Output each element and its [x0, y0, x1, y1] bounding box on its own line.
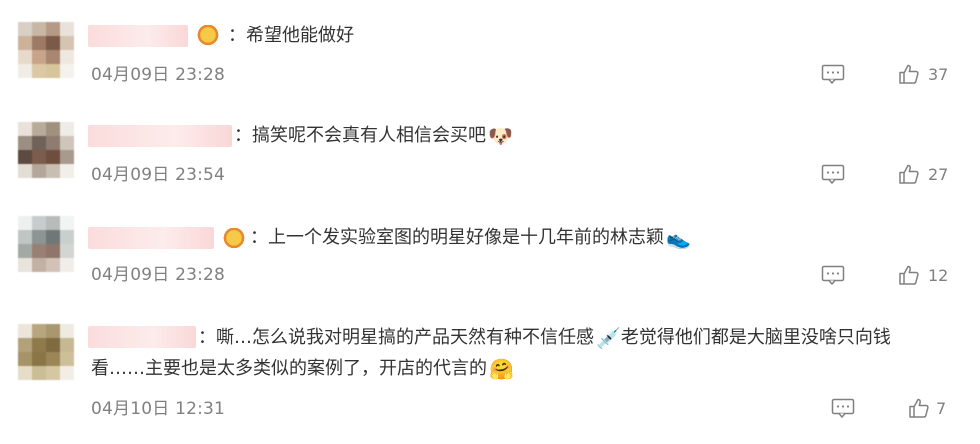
hugging-emoji-icon: 🤗 — [489, 357, 514, 381]
comment-text: ：嘶…怎么说我对明星搞的产品天然有种不信任感 💉老觉得他们都是大脑里没啥只向钱 — [198, 326, 891, 350]
like-count: 12 — [928, 266, 949, 285]
comment-icon[interactable] — [821, 64, 845, 84]
comment-text: ：希望他能做好 — [228, 25, 354, 46]
username-blurred[interactable] — [88, 125, 232, 147]
dog-emoji-icon: 🐶 — [488, 124, 513, 148]
comment-icon[interactable] — [831, 398, 855, 418]
vip-badge-icon — [222, 228, 246, 250]
comment-text-continued: 看……主要也是太多类似的案例了，开店的代言的 🤗 — [91, 357, 514, 381]
sneaker-emoji-icon: 👟 — [666, 226, 691, 250]
like-count: 7 — [936, 399, 947, 418]
comment-time: 04月09日 23:54 — [91, 165, 226, 185]
avatar[interactable] — [18, 122, 74, 178]
like-count: 27 — [928, 165, 949, 184]
thumbs-up-icon[interactable] — [898, 163, 920, 185]
avatar[interactable] — [18, 324, 74, 380]
comment-time: 04月10日 12:31 — [91, 399, 226, 419]
comment-text: ：搞笑呢不会真有人相信会买吧 🐶 — [234, 124, 513, 148]
thumbs-up-icon[interactable] — [908, 397, 930, 419]
thumbs-up-icon[interactable] — [898, 63, 920, 85]
comment-time: 04月09日 23:28 — [91, 65, 226, 85]
username-blurred[interactable] — [88, 227, 214, 249]
like-count: 37 — [928, 65, 949, 84]
thumbs-up-icon[interactable] — [898, 264, 920, 286]
comment-time: 04月09日 23:28 — [91, 265, 226, 285]
avatar[interactable] — [18, 216, 74, 272]
syringe-emoji-icon: 💉 — [596, 326, 621, 350]
comment-text: ：上一个发实验室图的明星好像是十几年前的林志颖 👟 — [250, 226, 691, 250]
vip-badge-icon — [196, 25, 220, 47]
username-blurred[interactable] — [88, 326, 196, 348]
comment-icon[interactable] — [821, 164, 845, 184]
comment-icon[interactable] — [821, 265, 845, 285]
avatar[interactable] — [18, 22, 74, 78]
username-blurred[interactable] — [88, 25, 188, 47]
